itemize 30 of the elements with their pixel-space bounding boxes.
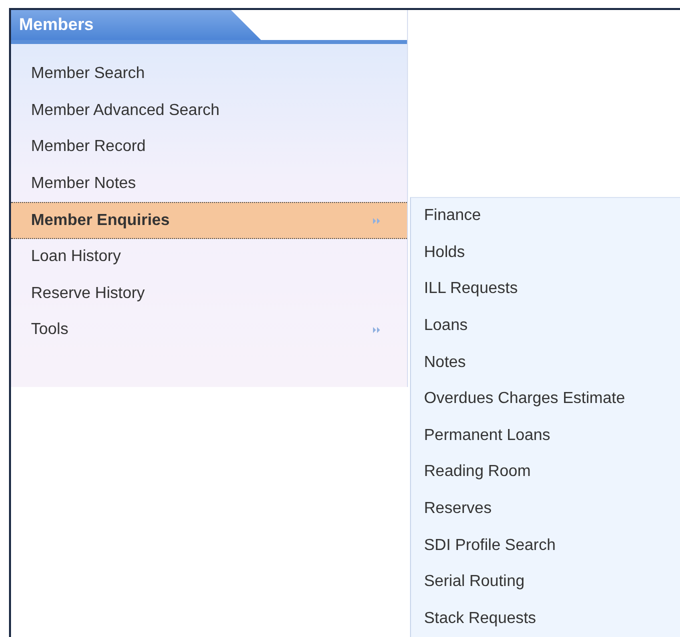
submenu-item[interactable]: Finance	[411, 198, 680, 235]
submenu-item[interactable]: Loans	[411, 308, 680, 344]
double-chevron-icon	[373, 327, 381, 334]
menu-item-label: Member Record	[31, 138, 146, 156]
menu-item[interactable]: Reserve History	[11, 276, 407, 312]
menu-item-label: Loan History	[31, 248, 121, 266]
menu-item-label: Member Notes	[31, 175, 136, 194]
double-chevron-icon	[373, 218, 381, 224]
submenu-item[interactable]: Stack Requests	[411, 600, 680, 637]
menu-item[interactable]: Tools	[11, 312, 407, 349]
submenu-item[interactable]: Permanent Loans	[411, 418, 680, 454]
submenu-item[interactable]: Reserves	[411, 490, 680, 528]
submenu-item[interactable]: Holds	[411, 234, 680, 272]
menu-item-label: Reserve History	[31, 284, 145, 303]
menu-item[interactable]: Member Enquiries	[11, 202, 407, 239]
menu-item[interactable]: Member Notes	[11, 166, 407, 202]
menu-item[interactable]: Member Advanced Search	[11, 92, 407, 130]
submenu-item[interactable]: Serial Routing	[411, 564, 680, 601]
menu-item-label: Member Search	[31, 65, 145, 84]
menu-item[interactable]: Loan History	[11, 238, 407, 276]
menu-item-label: Member Enquiries	[31, 212, 170, 230]
submenu-item[interactable]: ILL Requests	[411, 271, 680, 308]
submenu-item[interactable]: Notes	[411, 344, 680, 381]
submenu-item[interactable]: Reading Room	[411, 454, 680, 491]
submenu-item[interactable]: SDI Profile Search	[411, 527, 680, 564]
submenu-item[interactable]: Overdues Charges Estimate	[411, 380, 680, 418]
menu-item[interactable]: Member Record	[11, 129, 407, 166]
menu-item-label: Member Advanced Search	[31, 102, 220, 120]
menu-item-label: Tools	[31, 321, 68, 340]
menu-item[interactable]: Member Search	[11, 56, 407, 93]
